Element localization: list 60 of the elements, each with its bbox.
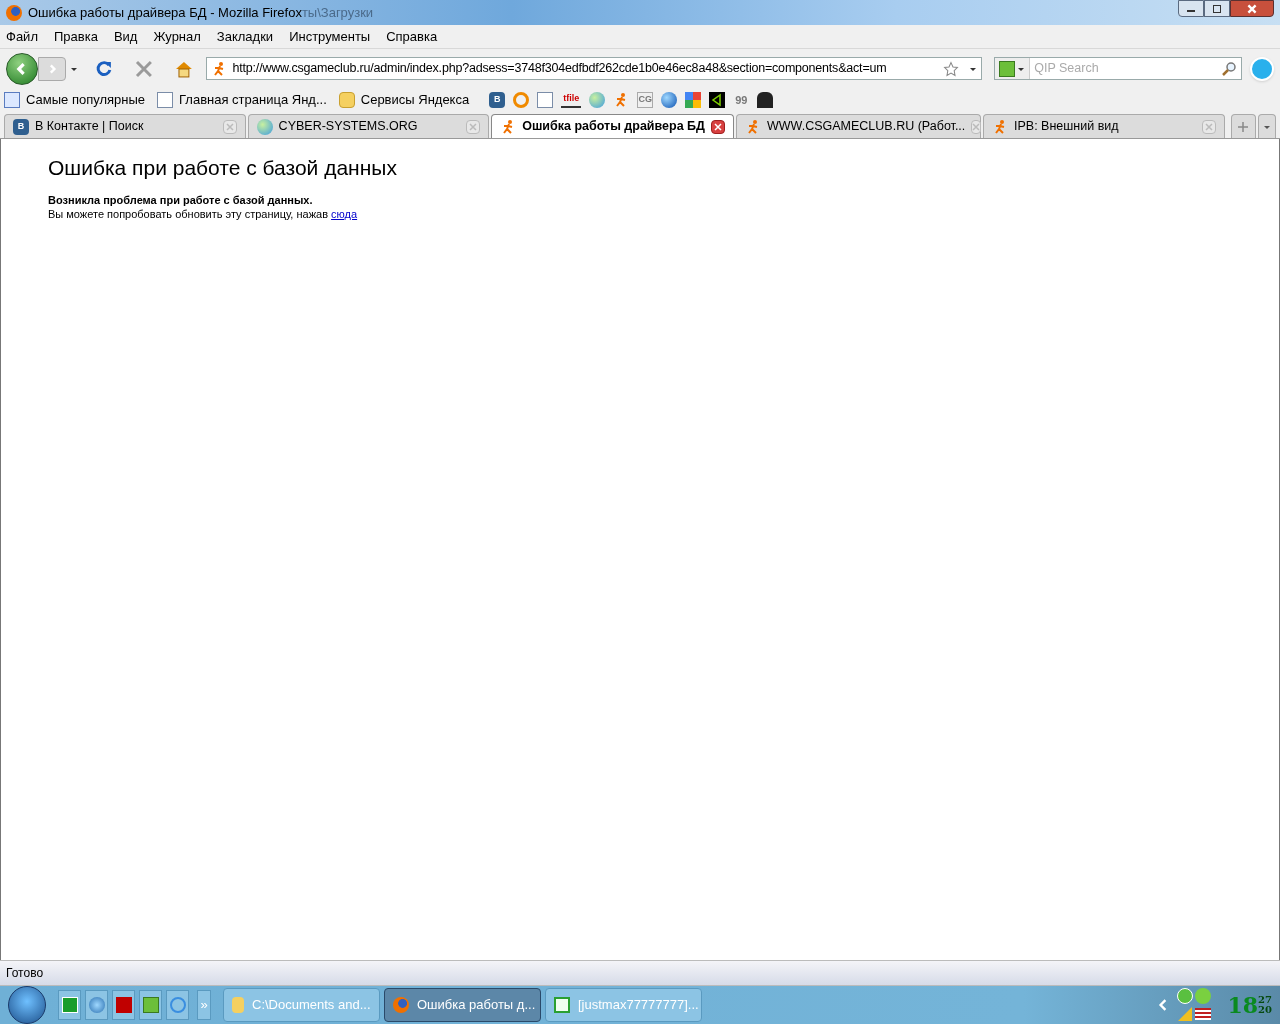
tab-list-button[interactable] — [1258, 114, 1276, 138]
new-tab-button[interactable] — [1230, 114, 1257, 138]
bookmark-label[interactable]: 99 — [733, 91, 750, 109]
menu-item[interactable]: Инструменты — [289, 26, 371, 47]
menu-item[interactable]: Правка — [53, 26, 98, 47]
reload-icon[interactable] — [94, 58, 114, 79]
quick-launch-button[interactable] — [58, 990, 81, 1020]
browser-tab[interactable]: B В Контакте | Поиск — [4, 114, 246, 138]
search-icon[interactable] — [1221, 60, 1238, 77]
globe-icon[interactable] — [589, 92, 606, 108]
flag-icon[interactable] — [1195, 1008, 1212, 1020]
menu-item[interactable]: Вид — [113, 26, 138, 47]
browser-tab[interactable]: Ошибка работы драйвера БД — [491, 114, 734, 138]
browser-tab[interactable]: IPB: Внешний вид — [983, 114, 1225, 138]
star-icon[interactable] — [943, 60, 960, 77]
restore-button[interactable] — [1204, 0, 1230, 17]
quick-launch-button[interactable] — [166, 990, 189, 1020]
globe-icon — [88, 997, 105, 1013]
menu-item[interactable]: Журнал — [153, 26, 201, 47]
menu-item[interactable]: Закладки — [216, 26, 274, 47]
search-bar[interactable]: QIP Search — [994, 57, 1243, 80]
error-message: Возникла проблема при работе с базой данных. — [48, 193, 314, 207]
address-bar[interactable]: http://www.csgameclub.ru/admin/index.php?adsess=3748f304edfbdf262cde1b0e46ec8a48&section=components&act=um — [205, 57, 983, 80]
background-window-title: ты\Загрузки — [301, 3, 374, 22]
quick-launch-button[interactable] — [112, 990, 135, 1020]
ring-icon[interactable] — [513, 92, 530, 108]
plus-icon — [1238, 121, 1249, 132]
page-icon[interactable] — [157, 92, 174, 108]
bookmark-link[interactable]: Сервисы Яндекса — [360, 90, 470, 110]
quick-launch-button[interactable] — [85, 990, 108, 1020]
globe-icon[interactable] — [661, 92, 678, 108]
close-icon — [1246, 2, 1258, 15]
globe-icon[interactable] — [256, 118, 273, 135]
bookmark-link[interactable]: Самые популярные — [26, 90, 146, 110]
back-button[interactable] — [6, 52, 38, 85]
status-text: Готово — [6, 965, 44, 982]
start-button[interactable] — [8, 986, 46, 1024]
menu-item[interactable]: Справка — [386, 26, 438, 47]
search-field[interactable]: QIP Search — [1030, 59, 1222, 78]
cg-logo-icon[interactable]: CG — [637, 92, 654, 108]
triangle-logo-icon[interactable] — [709, 92, 726, 108]
taskbar-window-button[interactable]: Ошибка работы д... — [384, 988, 541, 1022]
vk-logo-icon[interactable]: B — [489, 92, 506, 108]
menu-item[interactable]: Файл — [6, 26, 38, 47]
page-icon[interactable] — [537, 92, 554, 108]
page-heading: Ошибка при работе с базой данных — [48, 155, 398, 181]
window-title: Ошибка работы драйвера БД - Mozilla Firefox — [28, 3, 302, 22]
close-button[interactable] — [1230, 0, 1274, 17]
browser-tab[interactable]: WWW.CSGAMECLUB.RU (Работ... — [736, 114, 981, 138]
minimize-button[interactable] — [1178, 0, 1204, 17]
bookmark-link[interactable]: Главная страница Янд... — [179, 90, 327, 110]
tab-close-icon[interactable] — [711, 119, 725, 134]
refresh-link[interactable]: сюда — [331, 208, 358, 220]
vk-logo-icon[interactable]: B — [13, 118, 29, 135]
browser-tab[interactable]: CYBER-SYSTEMS.ORG — [247, 114, 490, 138]
tray-app-icon[interactable] — [1177, 988, 1194, 1004]
colored-squares-icon[interactable] — [685, 92, 702, 108]
refresh-hint: Вы можете попробовать обновить эту страницу, нажав — [48, 208, 328, 220]
quick-launch-button[interactable] — [139, 990, 162, 1020]
stop-icon[interactable] — [133, 58, 154, 79]
